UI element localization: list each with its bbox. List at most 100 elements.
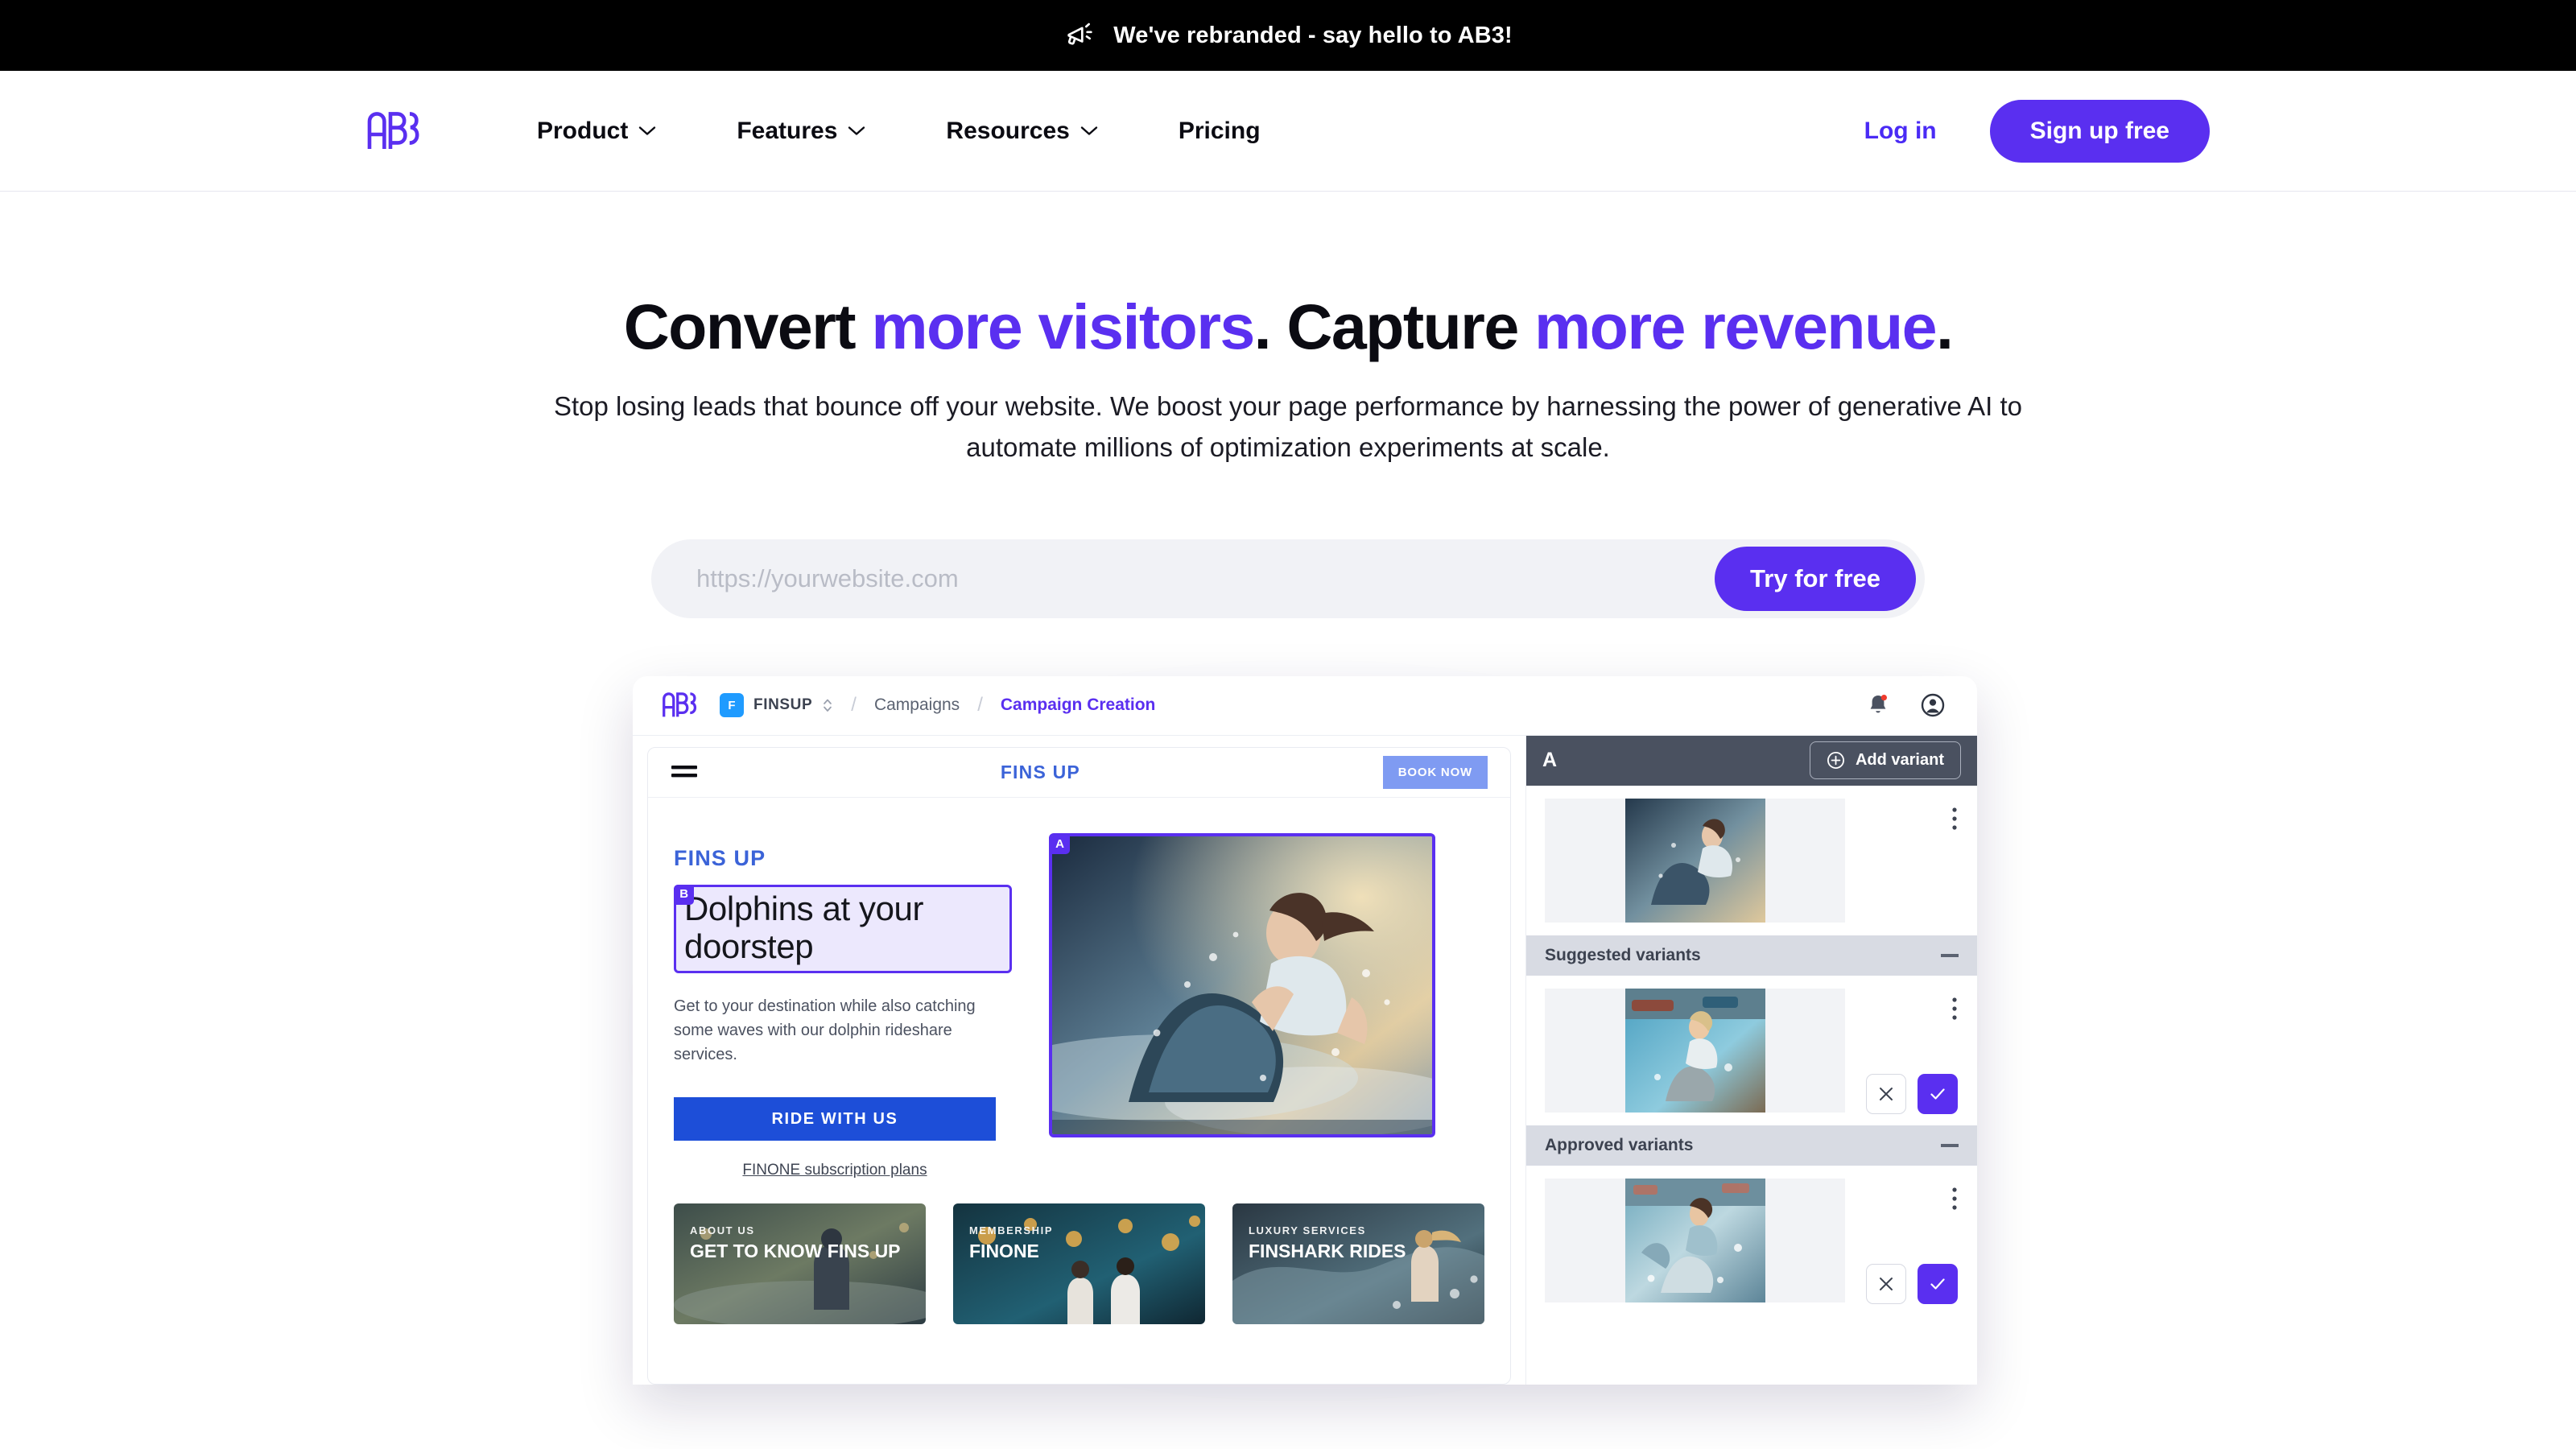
variant-thumbnail xyxy=(1624,988,1765,1113)
variant-thumbnail-wrap xyxy=(1545,798,1845,923)
nav-item-label: Pricing xyxy=(1178,117,1261,144)
section-title: Approved variants xyxy=(1545,1135,1694,1154)
card-label: MEMBERSHIP FINONE xyxy=(969,1224,1053,1261)
nav-actions: Log in Sign up free xyxy=(1864,99,2210,163)
preview-kicker: FINS UP xyxy=(674,845,766,870)
variant-thumbnail xyxy=(1624,798,1765,923)
close-icon xyxy=(1880,1277,1893,1290)
breadcrumb-separator: / xyxy=(977,694,983,716)
section-approved-variants[interactable]: Approved variants xyxy=(1526,1125,1977,1166)
hero-section: Convert more visitors. Capture more reve… xyxy=(0,192,2576,618)
login-link[interactable]: Log in xyxy=(1864,118,1937,145)
card-image-membership xyxy=(953,1203,1205,1324)
chevron-down-icon xyxy=(848,126,865,135)
nav-links: Product Features Resources Pricing xyxy=(537,118,1261,145)
variant-row[interactable] xyxy=(1526,1166,1977,1315)
preview-hero-copy: FINS UP B Dolphins at your doorstep Get … xyxy=(674,833,1012,1179)
workspace-selector[interactable]: F FINSUP xyxy=(720,693,833,718)
variant-actions xyxy=(1866,1073,1958,1114)
add-variant-button[interactable]: Add variant xyxy=(1809,741,1961,780)
title-part-3: . xyxy=(1935,291,1954,362)
reject-variant-button[interactable] xyxy=(1866,1073,1906,1114)
variants-panel: A Add variant Suggested variants Approve… xyxy=(1526,735,1977,1385)
announcement-text: We've rebranded - say hello to AB3! xyxy=(1113,22,1513,48)
card-image-about xyxy=(674,1203,926,1324)
title-accent-2: more revenue xyxy=(1534,291,1938,362)
kebab-menu-icon[interactable] xyxy=(1951,1187,1958,1211)
preview-site-nav: FINS UP BOOK NOW xyxy=(648,748,1510,798)
preview-body-copy: Get to your destination while also catch… xyxy=(674,997,976,1063)
nav-item-features[interactable]: Features xyxy=(737,118,865,145)
section-suggested-variants[interactable]: Suggested variants xyxy=(1526,935,1977,976)
signup-button[interactable]: Sign up free xyxy=(1989,99,2210,163)
bell-icon[interactable] xyxy=(1863,690,1893,720)
nav-item-resources[interactable]: Resources xyxy=(946,118,1098,145)
preview-cards-row: ABOUT US GET TO KNOW FINS UP MEMBERSHIP … xyxy=(648,1179,1510,1324)
preview-brand: FINS UP xyxy=(1000,761,1080,782)
app-ab3-logo[interactable] xyxy=(662,691,699,719)
variant-actions xyxy=(1866,1263,1958,1304)
nav-item-pricing[interactable]: Pricing xyxy=(1179,118,1261,145)
hero-subtitle: Stop losing leads that bounce off your w… xyxy=(553,391,2023,463)
variant-group-letter: A xyxy=(1542,749,1558,772)
card-label: LUXURY SERVICES FINSHARK RIDES xyxy=(1249,1224,1406,1261)
card-label: ABOUT US GET TO KNOW FINS UP xyxy=(690,1224,901,1261)
breadcrumb-current[interactable]: Campaign Creation xyxy=(1001,696,1156,715)
preview-headline: Dolphins at your doorstep xyxy=(684,889,924,965)
ab3-logo[interactable] xyxy=(366,110,423,152)
variants-panel-header: A Add variant xyxy=(1526,735,1977,786)
announcement-bar[interactable]: We've rebranded - say hello to AB3! xyxy=(0,0,2576,71)
kebab-menu-icon[interactable] xyxy=(1951,997,1958,1021)
nav-item-label: Product xyxy=(537,117,629,144)
selected-headline-element[interactable]: B Dolphins at your doorstep xyxy=(674,884,1012,973)
reject-variant-button[interactable] xyxy=(1866,1263,1906,1304)
page-title: Convert more visitors. Capture more reve… xyxy=(0,295,2576,358)
chevron-down-icon xyxy=(639,126,656,135)
variant-thumbnail xyxy=(1624,1178,1765,1302)
plus-circle-icon xyxy=(1827,752,1844,770)
card-kicker: MEMBERSHIP xyxy=(969,1224,1054,1236)
approve-variant-button[interactable] xyxy=(1918,1073,1958,1114)
breadcrumb-campaigns[interactable]: Campaigns xyxy=(874,696,960,715)
subscription-plans-link[interactable]: FINONE subscription plans xyxy=(674,1162,996,1179)
card-title: FINONE xyxy=(969,1241,1039,1261)
app-topbar: F FINSUP / Campaigns / Campaign Creation xyxy=(633,676,1977,736)
section-title: Suggested variants xyxy=(1545,945,1701,964)
variant-thumbnail-wrap xyxy=(1545,1178,1845,1302)
megaphone-icon xyxy=(1067,23,1092,45)
website-preview-pane: FINS UP BOOK NOW FINS UP B Dolphins at y… xyxy=(633,735,1526,1385)
check-icon xyxy=(1930,1088,1945,1100)
url-capture-form: Try for free xyxy=(651,539,1925,618)
try-for-free-button[interactable]: Try for free xyxy=(1715,546,1916,611)
variant-thumbnail-wrap xyxy=(1545,988,1845,1113)
kebab-menu-icon[interactable] xyxy=(1951,807,1958,831)
card-kicker: LUXURY SERVICES xyxy=(1249,1224,1366,1236)
app-body: FINS UP BOOK NOW FINS UP B Dolphins at y… xyxy=(633,735,1977,1385)
minus-icon[interactable] xyxy=(1941,953,1959,957)
variant-row[interactable] xyxy=(1526,786,1977,935)
preview-card[interactable]: ABOUT US GET TO KNOW FINS UP xyxy=(674,1203,926,1324)
breadcrumb-separator: / xyxy=(851,694,857,716)
avatar-icon[interactable] xyxy=(1918,690,1948,720)
ride-with-us-button[interactable]: RIDE WITH US xyxy=(674,1097,996,1141)
book-now-button[interactable]: BOOK NOW xyxy=(1382,755,1488,789)
workspace-badge: F xyxy=(720,693,744,718)
card-title: FINSHARK RIDES xyxy=(1249,1241,1406,1261)
minus-icon[interactable] xyxy=(1941,1143,1959,1147)
variant-row[interactable] xyxy=(1526,976,1977,1125)
preview-hero: FINS UP B Dolphins at your doorstep Get … xyxy=(648,798,1510,1179)
preview-card[interactable]: MEMBERSHIP FINONE xyxy=(953,1203,1205,1324)
chevron-updown-icon xyxy=(824,700,832,712)
app-window: F FINSUP / Campaigns / Campaign Creation xyxy=(633,675,1977,1385)
workspace-name: FINSUP xyxy=(753,696,813,714)
website-url-input[interactable] xyxy=(696,564,1715,593)
preview-hero-image[interactable]: A xyxy=(1049,832,1435,1137)
dolphin-rider-image xyxy=(1052,836,1432,1134)
card-kicker: ABOUT US xyxy=(690,1224,755,1236)
chevron-down-icon xyxy=(1080,126,1098,135)
hamburger-icon[interactable] xyxy=(671,763,698,781)
preview-card[interactable]: LUXURY SERVICES FINSHARK RIDES xyxy=(1232,1203,1484,1324)
variant-badge-a: A xyxy=(1052,836,1070,854)
approve-variant-button[interactable] xyxy=(1918,1263,1958,1304)
nav-item-product[interactable]: Product xyxy=(537,118,656,145)
